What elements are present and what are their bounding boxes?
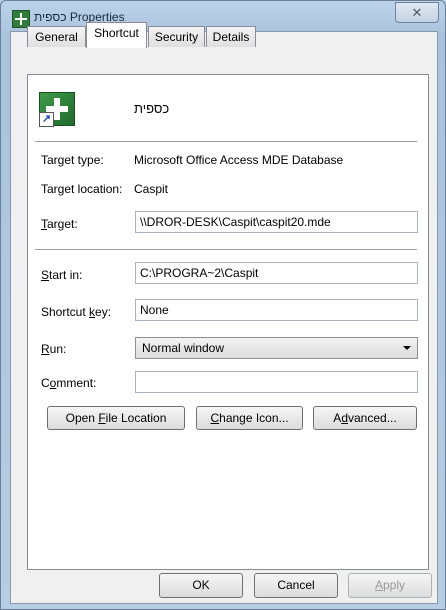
- start-in-label-text: tart in:: [49, 268, 83, 282]
- divider: [35, 249, 417, 250]
- apply-button-mnemonic: A: [374, 578, 383, 592]
- tab-general[interactable]: General: [27, 26, 86, 47]
- comment-label-prefix: C: [41, 376, 50, 390]
- open-file-location-button-mnemonic: F: [98, 411, 106, 425]
- tab-details[interactable]: Details: [206, 26, 256, 47]
- change-icon-button-mnemonic: C: [210, 411, 220, 425]
- advanced-button[interactable]: Advanced...: [313, 406, 417, 430]
- target-input[interactable]: \\DROR-DESK\Caspit\caspit20.mde: [135, 211, 418, 233]
- close-icon: ✕: [411, 4, 423, 20]
- target-label-text: arget:: [47, 217, 78, 231]
- apply-button-text: pply: [383, 578, 406, 592]
- apply-button[interactable]: Apply: [348, 573, 432, 598]
- target-location-label: Target location:: [41, 182, 123, 196]
- shortcut-key-input[interactable]: None: [135, 299, 418, 321]
- run-label-mnemonic: R: [41, 342, 50, 356]
- start-in-label: Start in:: [41, 268, 82, 282]
- target-type-value: Microsoft Office Access MDE Database: [134, 153, 344, 167]
- open-file-location-button-text: ile Location: [105, 411, 167, 425]
- tab-security[interactable]: Security: [148, 26, 205, 47]
- run-label-text: un:: [49, 342, 67, 356]
- run-select[interactable]: Normal window: [135, 337, 418, 359]
- change-icon-button-text: hange Icon...: [219, 411, 289, 425]
- ok-button[interactable]: OK: [159, 573, 243, 598]
- comment-input[interactable]: [135, 371, 418, 393]
- shortcut-key-label-prefix: Shortcut: [41, 305, 90, 319]
- shortcut-tab-panel: [27, 74, 429, 570]
- run-label: Run:: [41, 342, 66, 356]
- change-icon-button[interactable]: Change Icon...: [196, 406, 303, 430]
- close-button[interactable]: ✕: [395, 2, 439, 23]
- open-file-location-button[interactable]: Open File Location: [47, 406, 185, 430]
- start-in-input[interactable]: C:\PROGRA~2\Caspit: [135, 262, 418, 284]
- comment-label-text: mment:: [56, 376, 97, 390]
- shortcut-key-label-text: ey:: [95, 305, 112, 319]
- divider: [35, 141, 417, 142]
- run-select-value: Normal window: [142, 341, 225, 355]
- tab-shortcut[interactable]: Shortcut: [86, 22, 147, 48]
- shortcut-name: כספית: [134, 101, 170, 116]
- comment-label: Comment:: [41, 376, 96, 390]
- target-label: Target:: [41, 217, 78, 231]
- cancel-button[interactable]: Cancel: [254, 573, 338, 598]
- start-in-label-mnemonic: S: [41, 268, 50, 282]
- target-type-label: Target type:: [41, 153, 104, 167]
- open-file-location-button-prefix: Open: [65, 411, 99, 425]
- target-location-value: Caspit: [134, 182, 169, 196]
- shortcut-arrow-icon: ↗: [39, 112, 54, 127]
- advanced-button-text: vanced...: [348, 411, 397, 425]
- advanced-button-mnemonic: d: [341, 411, 348, 425]
- chevron-down-icon: [403, 346, 411, 350]
- shortcut-key-label: Shortcut key:: [41, 305, 111, 319]
